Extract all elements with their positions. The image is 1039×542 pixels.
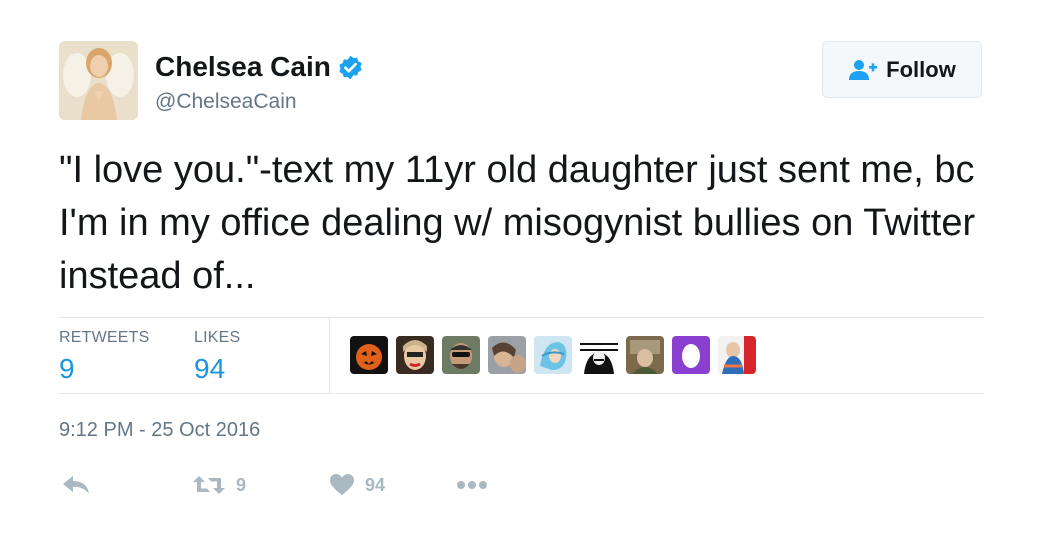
avatar-image [59, 41, 138, 120]
follow-button-label: Follow [886, 56, 956, 82]
like-count: 94 [365, 474, 386, 495]
likes-label: LIKES [194, 329, 241, 346]
tweet-card: Chelsea Cain @ChelseaCain Follow "I love… [0, 0, 1039, 542]
retweets-count: 9 [59, 353, 75, 384]
retweet-icon [193, 476, 225, 494]
follow-button[interactable]: Follow [822, 41, 982, 98]
display-name[interactable]: Chelsea Cain [155, 51, 331, 83]
more-icon [457, 481, 487, 489]
retweet-count: 9 [236, 474, 247, 495]
liker-avatar[interactable] [350, 336, 388, 374]
retweets-stat[interactable]: RETWEETS 9 [59, 329, 150, 385]
liker-avatar[interactable] [534, 336, 572, 374]
liker-avatar[interactable] [580, 336, 618, 374]
tweet-text: "I love you."-text my 11yr old daughter … [59, 149, 976, 297]
add-user-icon [849, 59, 878, 80]
reply-icon [63, 476, 89, 494]
liker-avatar[interactable] [488, 336, 526, 374]
liker-avatars [350, 336, 764, 374]
likes-stat[interactable]: LIKES 94 [194, 329, 240, 385]
stats-divider [329, 318, 330, 393]
liker-avatar[interactable] [626, 336, 664, 374]
tweet-timestamp[interactable]: 9:12 PM - 25 Oct 2016 [59, 419, 260, 442]
liker-avatar[interactable] [442, 336, 480, 374]
user-handle[interactable]: @ChelseaCain [155, 90, 297, 114]
likes-count: 94 [194, 353, 226, 384]
retweets-label: RETWEETS [59, 329, 150, 346]
heart-icon [330, 474, 354, 495]
retweet-button[interactable]: 9 [192, 467, 246, 503]
like-button[interactable]: 94 [329, 467, 385, 503]
liker-avatar[interactable] [396, 336, 434, 374]
divider [59, 317, 984, 318]
more-button[interactable] [456, 467, 488, 503]
liker-avatar[interactable] [672, 336, 710, 374]
avatar[interactable] [59, 41, 138, 120]
reply-button[interactable] [61, 467, 91, 503]
tweet-actions: 9 94 [59, 467, 559, 503]
divider [59, 393, 984, 394]
name-row: Chelsea Cain [155, 51, 364, 83]
verified-badge-icon [337, 54, 364, 81]
liker-avatar[interactable] [718, 336, 756, 374]
